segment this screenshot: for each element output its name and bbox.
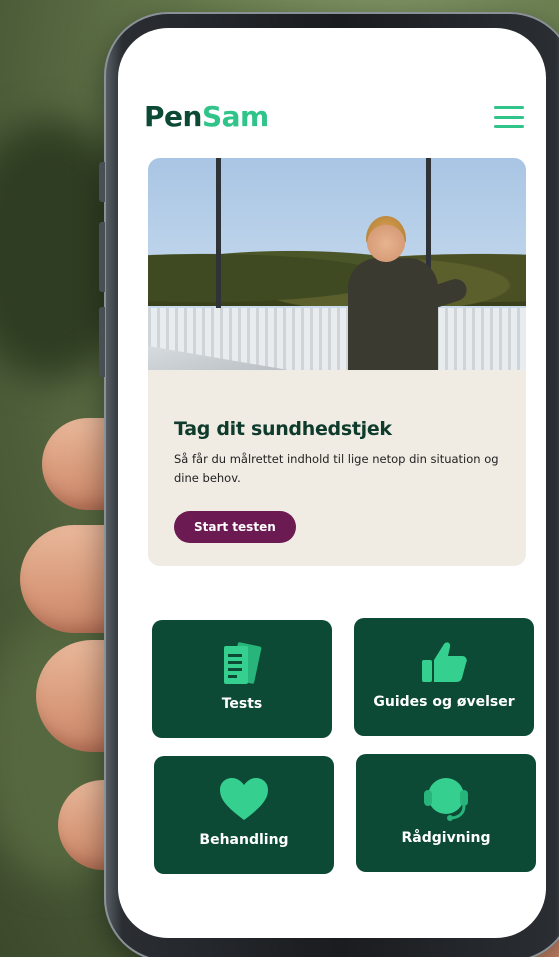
headset-icon — [424, 778, 468, 821]
hero-description: Så får du målrettet indhold til lige net… — [174, 452, 499, 485]
tile-label: Behandling — [199, 832, 289, 848]
thumbs-up-icon — [422, 642, 467, 682]
menu-line — [494, 115, 524, 119]
logo-text-sam: Sam — [201, 100, 269, 133]
phone-side-button — [99, 222, 105, 292]
bridge-pole — [216, 158, 221, 308]
hero-photo — [148, 158, 526, 370]
tile-counselling[interactable]: Rådgivning — [356, 754, 536, 872]
menu-line — [494, 125, 524, 128]
tile-label: Tests — [221, 696, 263, 712]
start-test-button[interactable]: Start testen — [174, 511, 296, 543]
health-check-card: Tag dit sundhedstjek Så får du målrettet… — [148, 158, 526, 566]
menu-line — [494, 106, 524, 109]
app-screen: PenSam Tag dit sundhedstjek Så får du må… — [118, 28, 546, 938]
pensam-logo[interactable]: PenSam — [144, 100, 269, 133]
logo-text-pen: Pen — [144, 100, 202, 133]
phone-frame: PenSam Tag dit sundhedstjek Så får du må… — [99, 12, 559, 957]
phone-side-button — [99, 162, 105, 202]
person-head — [366, 216, 406, 262]
hamburger-menu-icon[interactable] — [494, 106, 524, 128]
phone-side-button — [99, 307, 105, 377]
hero-content: Tag dit sundhedstjek Så får du målrettet… — [174, 418, 504, 488]
tile-guides[interactable]: Guides og øvelser — [354, 618, 534, 736]
heart-icon — [220, 778, 268, 820]
documents-icon — [224, 642, 262, 684]
trees — [148, 236, 526, 306]
photo-background: PenSam Tag dit sundhedstjek Så får du må… — [0, 0, 559, 957]
tile-label: Guides og øvelser — [373, 694, 515, 710]
tile-tests[interactable]: Tests — [152, 620, 332, 738]
tile-treatment[interactable]: Behandling — [154, 756, 334, 874]
hero-title: Tag dit sundhedstjek — [174, 418, 392, 440]
tile-label: Rådgivning — [401, 830, 491, 846]
